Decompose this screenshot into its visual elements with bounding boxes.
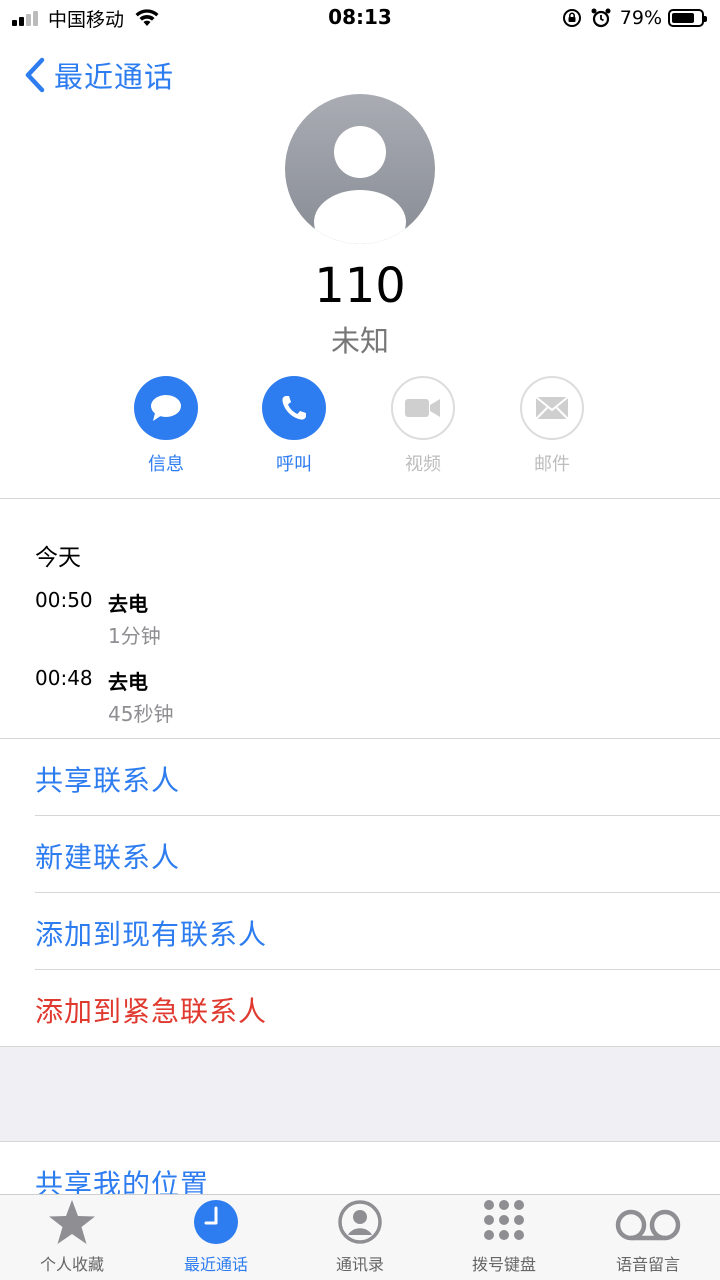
calls-section-title: 今天	[35, 545, 81, 571]
call-duration: 1分钟	[108, 624, 161, 648]
orientation-lock-icon	[562, 9, 581, 27]
alarm-icon	[591, 8, 611, 28]
add-existing-contact-label: 添加到现有联系人	[35, 918, 268, 951]
mail-label: 邮件	[534, 454, 570, 475]
call-direction: 去电	[108, 592, 148, 616]
video-circle	[391, 376, 455, 440]
video-button[interactable]: 视频	[373, 376, 473, 476]
add-existing-contact-row[interactable]: 添加到现有联系人	[0, 893, 720, 970]
message-icon	[151, 395, 181, 421]
status-bar: 中国移动 08:13 79%	[0, 0, 720, 36]
avatar	[285, 94, 435, 244]
tab-recents[interactable]: 最近通话	[144, 1195, 288, 1280]
add-emergency-contact-row[interactable]: 添加到紧急联系人	[0, 970, 720, 1047]
share-contact-label: 共享联系人	[35, 764, 181, 797]
mail-icon	[535, 396, 569, 420]
battery-icon	[668, 9, 707, 27]
call-time: 00:48	[35, 666, 93, 690]
tab-label: 通讯录	[335, 1255, 384, 1274]
video-icon	[405, 399, 440, 417]
video-label: 视频	[405, 454, 441, 475]
battery-percent: 79%	[619, 7, 662, 29]
voicemail-icon	[615, 1209, 681, 1241]
new-contact-row[interactable]: 新建联系人	[0, 816, 720, 893]
tab-label: 最近通话	[183, 1255, 248, 1274]
message-button[interactable]: 信息	[116, 376, 216, 476]
back-label: 最近通话	[54, 60, 175, 94]
new-contact-label: 新建联系人	[35, 841, 181, 874]
call-duration: 45秒钟	[108, 702, 174, 726]
add-emergency-contact-label: 添加到紧急联系人	[35, 995, 268, 1028]
tab-keypad[interactable]: 拨号键盘	[432, 1195, 576, 1280]
tab-label: 个人收藏	[39, 1255, 104, 1274]
phone-icon	[282, 396, 306, 420]
mail-circle	[520, 376, 584, 440]
tab-voicemail[interactable]: 语音留言	[576, 1195, 720, 1280]
battery-fill	[672, 13, 695, 23]
message-circle	[134, 376, 198, 440]
call-circle	[262, 376, 326, 440]
chevron-left-icon	[25, 57, 45, 93]
call-label: 呼叫	[276, 454, 312, 475]
contacts-icon	[338, 1200, 382, 1244]
divider	[0, 498, 720, 499]
mail-button[interactable]: 邮件	[502, 376, 602, 476]
contact-number: 110	[314, 258, 406, 314]
share-contact-row[interactable]: 共享联系人	[0, 739, 720, 816]
tab-label: 语音留言	[615, 1255, 680, 1274]
star-icon	[49, 1200, 95, 1244]
message-label: 信息	[148, 454, 184, 475]
contact-label: 未知	[330, 324, 389, 358]
section-separator	[0, 1046, 720, 1142]
tab-label: 拨号键盘	[471, 1255, 536, 1274]
person-icon	[314, 126, 406, 244]
tab-contacts[interactable]: 通讯录	[288, 1195, 432, 1280]
clock-icon	[194, 1200, 238, 1244]
call-direction: 去电	[108, 670, 148, 694]
tab-favorites[interactable]: 个人收藏	[0, 1195, 144, 1280]
status-right: 79%	[562, 6, 707, 30]
keypad-icon	[484, 1200, 524, 1240]
back-button[interactable]: 最近通话	[20, 54, 174, 96]
call-time: 00:50	[35, 588, 93, 612]
call-button[interactable]: 呼叫	[244, 376, 344, 476]
tab-bar: 个人收藏 最近通话 通讯录 拨号键盘 语音留言	[0, 1194, 720, 1280]
action-buttons: 信息 呼叫 视频 邮件	[0, 376, 720, 486]
